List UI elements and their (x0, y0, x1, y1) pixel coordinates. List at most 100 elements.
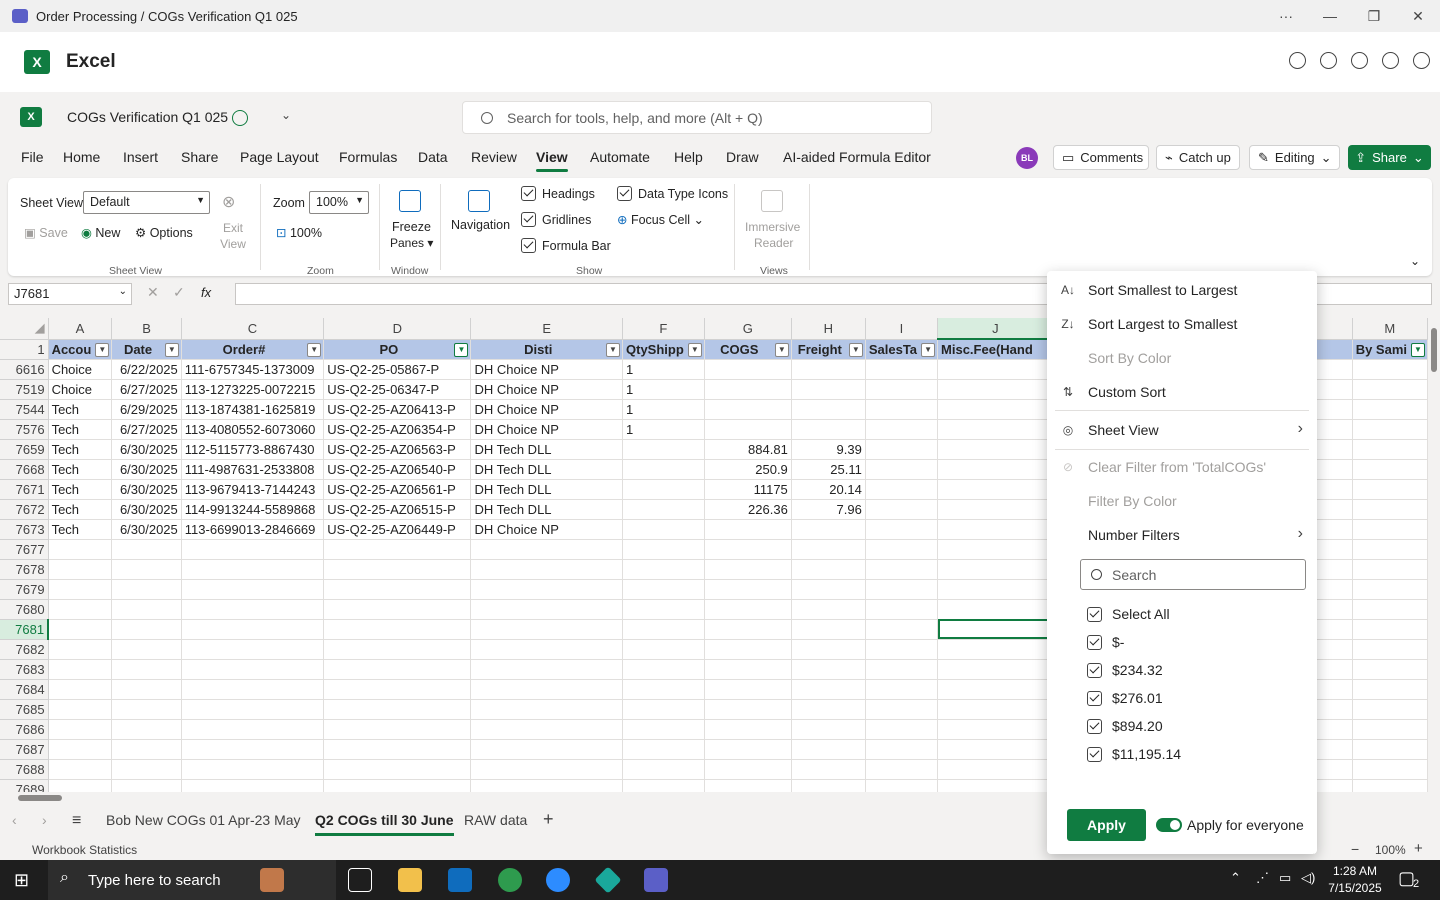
row-header[interactable]: 7678 (0, 559, 49, 580)
cell[interactable] (791, 599, 866, 620)
cell[interactable] (791, 679, 866, 700)
cell[interactable] (791, 659, 866, 680)
cell[interactable] (622, 759, 705, 780)
share-button[interactable]: ⇪ Share ⌄ (1348, 145, 1431, 170)
cell[interactable] (181, 779, 325, 792)
zoom-out-icon[interactable]: − (1351, 841, 1359, 857)
cell[interactable] (791, 699, 866, 720)
cell[interactable] (791, 539, 866, 560)
cell[interactable] (937, 379, 1054, 400)
cell[interactable]: 11175 (704, 479, 792, 500)
cell[interactable] (323, 719, 472, 740)
cell[interactable] (622, 639, 705, 660)
row-header[interactable]: 7688 (0, 759, 49, 780)
header-cell[interactable]: PO ▼ (323, 339, 472, 360)
cell[interactable]: 9.39 (791, 439, 866, 460)
row-header[interactable]: 7659 (0, 439, 49, 460)
filter-item-select-all[interactable]: Select All (1087, 606, 1170, 622)
cell[interactable] (323, 679, 472, 700)
options-button[interactable]: ⚙ Options (135, 225, 193, 240)
cell[interactable] (791, 419, 866, 440)
cell[interactable]: US-Q2-25-AZ06540-P (323, 459, 472, 480)
cell[interactable]: 113-1874381-1625819 (181, 399, 325, 420)
cell[interactable] (622, 519, 705, 540)
filter-dropdown-icon[interactable]: ▼ (848, 342, 863, 357)
cell[interactable]: 114-9913244-5589868 (181, 499, 325, 520)
horizontal-scroll-thumb[interactable] (18, 795, 62, 801)
vertical-scrollbar[interactable] (1428, 318, 1440, 792)
cell[interactable] (470, 579, 624, 600)
cell[interactable] (48, 759, 113, 780)
cell[interactable] (323, 619, 472, 640)
cell[interactable] (470, 699, 624, 720)
immersive-label[interactable]: Immersive (745, 220, 800, 234)
cell[interactable] (48, 559, 113, 580)
cell[interactable]: Choice (48, 379, 113, 400)
maximize-button[interactable]: ❐ (1352, 0, 1396, 32)
cell[interactable] (791, 579, 866, 600)
cell[interactable] (622, 579, 705, 600)
add-sheet-icon[interactable]: + (543, 809, 554, 830)
cell[interactable] (470, 599, 624, 620)
cell[interactable] (937, 419, 1054, 440)
cell[interactable]: 111-4987631-2533808 (181, 459, 325, 480)
filter-dropdown-icon[interactable]: ▼ (164, 342, 179, 357)
cell[interactable] (111, 659, 182, 680)
cell[interactable]: 113-1273225-0072215 (181, 379, 325, 400)
cell[interactable]: 226.36 (704, 499, 792, 520)
sort-by-color-item[interactable]: Sort By Color (1088, 350, 1171, 366)
cell[interactable]: 1 (622, 359, 705, 380)
cell[interactable] (48, 539, 113, 560)
apply-everyone-toggle[interactable] (1156, 818, 1182, 832)
cell[interactable] (622, 619, 705, 640)
tray-app-icon[interactable]: ⋰ (1256, 870, 1269, 886)
filter-search-input[interactable]: Search (1080, 559, 1306, 590)
cell[interactable] (323, 739, 472, 760)
cell[interactable]: 1 (622, 399, 705, 420)
cell[interactable] (48, 619, 113, 640)
cell[interactable] (1352, 759, 1428, 780)
filter-item[interactable]: $- (1087, 634, 1124, 650)
cell[interactable] (704, 679, 792, 700)
chrome-icon[interactable] (498, 868, 522, 892)
cell[interactable] (622, 659, 705, 680)
cell[interactable] (111, 539, 182, 560)
cell[interactable]: 6/30/2025 (111, 459, 182, 480)
row-header[interactable]: 7683 (0, 659, 49, 680)
cell[interactable] (48, 639, 113, 660)
menu-review[interactable]: Review (471, 149, 517, 165)
cell[interactable]: DH Choice NP (470, 379, 624, 400)
row-header[interactable]: 7681 (0, 619, 50, 640)
more-icon[interactable]: ··· (1264, 0, 1308, 32)
cell[interactable] (48, 579, 113, 600)
cell[interactable] (704, 599, 792, 620)
avatar[interactable]: BL (1016, 147, 1038, 169)
row-header[interactable]: 7682 (0, 639, 49, 660)
cell[interactable] (323, 539, 472, 560)
cell[interactable]: US-Q2-25-AZ06354-P (323, 419, 472, 440)
menu-share[interactable]: Share (181, 149, 218, 165)
cell[interactable] (937, 439, 1054, 460)
filter-item[interactable]: $276.01 (1087, 690, 1163, 706)
cell[interactable] (48, 679, 113, 700)
row-header[interactable]: 6616 (0, 359, 49, 380)
header-cell[interactable]: SalesTa ▼ (865, 339, 939, 360)
cell[interactable] (470, 759, 624, 780)
cell[interactable] (704, 779, 792, 792)
sheet-tab[interactable]: RAW data (464, 812, 527, 828)
cell[interactable] (937, 539, 1054, 560)
menu-draw[interactable]: Draw (726, 149, 759, 165)
cell[interactable] (48, 719, 113, 740)
cell[interactable] (1352, 539, 1428, 560)
task-view-icon[interactable] (348, 868, 372, 892)
freeze-panes-button[interactable]: Freeze (392, 220, 431, 234)
row-header[interactable]: 7677 (0, 539, 49, 560)
cell[interactable] (865, 679, 939, 700)
cell[interactable] (704, 579, 792, 600)
cell[interactable] (111, 619, 182, 640)
cell[interactable] (111, 779, 182, 792)
zoom-dropdown[interactable]: 100% ▼ (309, 191, 369, 214)
row-header[interactable]: 7684 (0, 679, 49, 700)
clock-time[interactable]: 1:28 AM (1330, 864, 1380, 878)
comments-button[interactable]: ▭ Comments (1053, 145, 1149, 170)
